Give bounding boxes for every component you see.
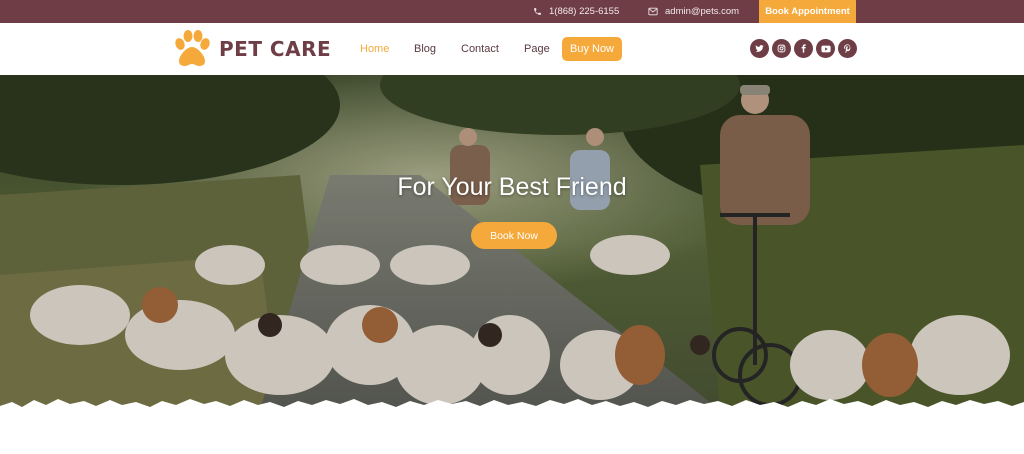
phone-icon — [534, 8, 541, 15]
phone-text: 1(868) 225-6155 — [549, 6, 620, 17]
youtube-icon[interactable] — [816, 39, 835, 58]
facebook-icon[interactable] — [794, 39, 813, 58]
nav-home[interactable]: Home — [360, 37, 389, 61]
email-contact[interactable]: admin@pets.com — [648, 0, 739, 23]
email-text: admin@pets.com — [665, 6, 740, 17]
header: PET CARE Home Blog Contact Page Buy Now — [0, 23, 1024, 75]
hero-title: For Your Best Friend — [397, 173, 627, 201]
twitter-icon[interactable] — [750, 39, 769, 58]
instagram-icon[interactable] — [772, 39, 791, 58]
nav-page[interactable]: Page — [524, 37, 550, 61]
hero-section: For Your Best Friend Book Now — [0, 75, 1024, 410]
logo[interactable]: PET CARE — [171, 30, 331, 68]
nav-blog[interactable]: Blog — [414, 37, 436, 61]
phone-contact[interactable]: 1(868) 225-6155 — [533, 0, 619, 23]
buy-now-button[interactable]: Buy Now — [562, 37, 622, 61]
social-links — [750, 39, 857, 58]
nav-contact[interactable]: Contact — [461, 37, 499, 61]
logo-text: PET CARE — [219, 37, 332, 61]
paw-icon — [175, 30, 210, 66]
top-bar: 1(868) 225-6155 admin@pets.com Book Appo… — [0, 0, 1024, 23]
hero-book-now-button[interactable]: Book Now — [471, 222, 557, 249]
mail-icon — [648, 7, 658, 16]
torn-paper-divider — [0, 399, 1024, 454]
book-appointment-button[interactable]: Book Appointment — [759, 0, 856, 23]
pinterest-icon[interactable] — [838, 39, 857, 58]
